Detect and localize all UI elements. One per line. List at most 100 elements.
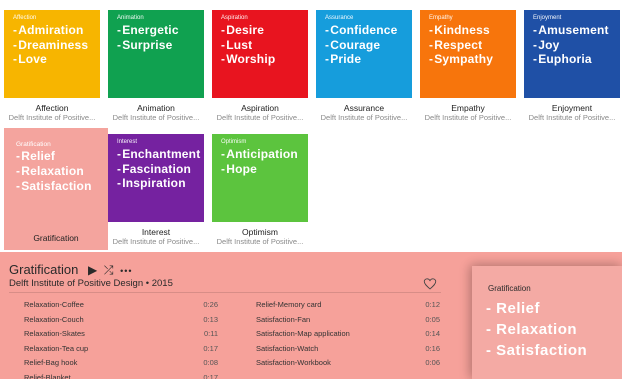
artwork-words: - Relief - Relaxation - Satisfaction — [486, 298, 622, 361]
album-caption: Optimism Delft Institute of Positive... — [208, 227, 312, 246]
album-item[interactable]: Optimism -Anticipation -Hope Optimism Delft … — [208, 134, 312, 246]
cover-word: -Fascination — [117, 161, 192, 176]
album-artist: Delft Institute of Positive... — [8, 113, 96, 122]
cover-word: -Confidence — [325, 23, 398, 37]
track-row[interactable]: Satisfaction-Map application 0:14 — [256, 327, 440, 342]
album-item[interactable]: Enjoyment -Amusement -Joy -Euphoria Enjoymen… — [520, 10, 622, 122]
track-name: Relief-Memory card — [256, 300, 322, 309]
cover-category: Gratification — [16, 141, 51, 148]
track-row[interactable]: Satisfaction-Watch 0:16 — [256, 342, 440, 357]
album-cover[interactable]: Assurance -Confidence -Courage -Pride — [316, 10, 412, 98]
track-name: Relaxation-Coffee — [24, 300, 84, 309]
album-cover[interactable]: Affection -Admiration -Dreaminess -Love — [4, 10, 100, 98]
detail-title-row: Gratification ▶ ⤮ ••• — [9, 262, 133, 278]
cover-word: -Relief — [16, 149, 56, 163]
detail-subtitle: Delft Institute of Positive Design • 201… — [9, 278, 173, 289]
cover-word: -Sympathy — [429, 52, 494, 66]
track-duration: 0:08 — [203, 358, 218, 367]
album-title: Animation — [137, 103, 175, 113]
album-cover[interactable]: Empathy -Kindness -Respect -Sympathy — [420, 10, 516, 98]
album-caption: Aspiration Delft Institute of Positive... — [208, 103, 312, 122]
cover-word: -Relaxation — [16, 164, 84, 178]
album-item-selected[interactable]: Gratification -Relief -Relaxation -Satisfac… — [4, 128, 108, 250]
track-name: Relief-Bag hook — [24, 358, 78, 367]
track-duration: 0:06 — [425, 358, 440, 367]
track-row[interactable]: Relaxation-Coffee 0:26 — [24, 298, 218, 313]
cover-word: -Satisfaction — [16, 179, 92, 193]
album-cover[interactable]: Optimism -Anticipation -Hope — [212, 134, 308, 222]
shuffle-icon[interactable]: ⤮ — [104, 263, 115, 277]
album-cover[interactable]: Enjoyment -Amusement -Joy -Euphoria — [524, 10, 620, 98]
album-artist: Delft Institute of Positive... — [112, 113, 200, 122]
cover-category: Affection — [13, 15, 37, 21]
album-cover[interactable]: Interest -Enchantment -Fascination -Inspira… — [108, 134, 204, 222]
heart-outline-icon[interactable] — [423, 278, 437, 290]
cover-word: -Joy — [533, 37, 560, 52]
album-artist: Delft Institute of Positive... — [528, 113, 616, 122]
track-duration: 0:13 — [203, 314, 218, 324]
artwork-category: Gratification — [488, 284, 531, 293]
album-item[interactable]: Assurance -Confidence -Courage -Pride Assura… — [312, 10, 416, 122]
cover-word: -Lust — [221, 37, 253, 52]
album-item[interactable]: Aspiration -Desire -Lust -Worship Aspiration… — [208, 10, 312, 122]
cover-word: -Energetic — [117, 23, 179, 37]
album-caption: Affection Delft Institute of Positive... — [0, 103, 104, 122]
album-title: Aspiration — [241, 103, 279, 113]
cover-category: Aspiration — [221, 15, 248, 21]
cover-word: -Euphoria — [533, 52, 592, 66]
album-title: Optimism — [242, 227, 278, 237]
album-artist: Delft Institute of Positive... — [216, 113, 304, 122]
track-list-right: Relief-Memory card 0:12 Satisfaction-Fan 0:… — [256, 298, 440, 371]
track-row[interactable]: Relaxation-Tea cup 0:17 — [24, 342, 218, 357]
album-caption: Assurance Delft Institute of Positive... — [312, 103, 416, 122]
track-duration: 0:17 — [203, 372, 218, 379]
album-artwork: Gratification - Relief - Relaxation - Sati… — [472, 266, 622, 379]
album-caption: Enjoyment Delft Institute of Positive... — [520, 103, 622, 122]
album-title: Affection — [35, 103, 69, 113]
detail-divider — [9, 292, 441, 293]
track-name: Satisfaction-Workbook — [256, 358, 331, 367]
cover-word: -Inspiration — [117, 176, 186, 190]
track-duration: 0:12 — [425, 300, 440, 309]
cover-category: Interest — [117, 139, 138, 145]
album-item[interactable]: Animation -Energetic -Surprise Animation Del… — [104, 10, 208, 122]
track-duration: 0:26 — [203, 300, 218, 309]
more-button[interactable]: ••• — [120, 266, 132, 276]
album-item[interactable]: Interest -Enchantment -Fascination -Inspira… — [104, 134, 208, 246]
album-title: Interest — [141, 227, 171, 237]
track-name: Relaxation-Skates — [24, 329, 85, 338]
cover-category: Animation — [117, 15, 144, 21]
track-row[interactable]: Relaxation-Skates 0:11 — [24, 327, 218, 342]
track-row[interactable]: Relief-Memory card 0:12 — [256, 298, 440, 313]
cover-word: -Love — [13, 52, 48, 66]
cover-word: -Courage — [325, 37, 381, 52]
cover-word: -Pride — [325, 52, 362, 66]
album-artist: Delft Institute of Positive... — [112, 237, 200, 246]
track-duration: 0:05 — [425, 314, 440, 324]
track-row[interactable]: Satisfaction-Fan 0:05 — [256, 313, 440, 328]
album-title: Assurance — [343, 103, 385, 113]
album-cover[interactable]: Animation -Energetic -Surprise — [108, 10, 204, 98]
album-artist: Delft Institute of Positive... — [424, 113, 512, 122]
album-title: Gratification — [33, 233, 79, 243]
cover-category: Empathy — [429, 15, 453, 21]
track-name: Satisfaction-Fan — [256, 314, 311, 324]
cover-word: -Desire — [221, 23, 265, 37]
track-duration: 0:17 — [203, 343, 218, 353]
album-caption: Empathy Delft Institute of Positive... — [416, 103, 520, 122]
cover-word: -Hope — [221, 161, 258, 176]
album-cover[interactable]: Aspiration -Desire -Lust -Worship — [212, 10, 308, 98]
cover-category: Optimism — [221, 139, 247, 145]
album-item[interactable]: Affection -Admiration -Dreaminess -Love Affe… — [0, 10, 104, 122]
track-row[interactable]: Relief-Bag hook 0:08 — [24, 356, 218, 371]
track-name: Relaxation-Couch — [24, 314, 84, 324]
artwork-word: - Relief — [486, 300, 541, 317]
track-row[interactable]: Relief-Blanket 0:17 — [24, 371, 218, 379]
album-item[interactable]: Empathy -Kindness -Respect -Sympathy Empathy… — [416, 10, 520, 122]
track-duration: 0:14 — [425, 329, 440, 338]
track-row[interactable]: Satisfaction-Workbook 0:06 — [256, 356, 440, 371]
album-caption: Animation Delft Institute of Positive... — [104, 103, 208, 122]
album-cover[interactable]: Gratification -Relief -Relaxation -Satisfac… — [4, 128, 108, 216]
track-row[interactable]: Relaxation-Couch 0:13 — [24, 313, 218, 328]
play-icon[interactable]: ▶ — [88, 263, 98, 277]
